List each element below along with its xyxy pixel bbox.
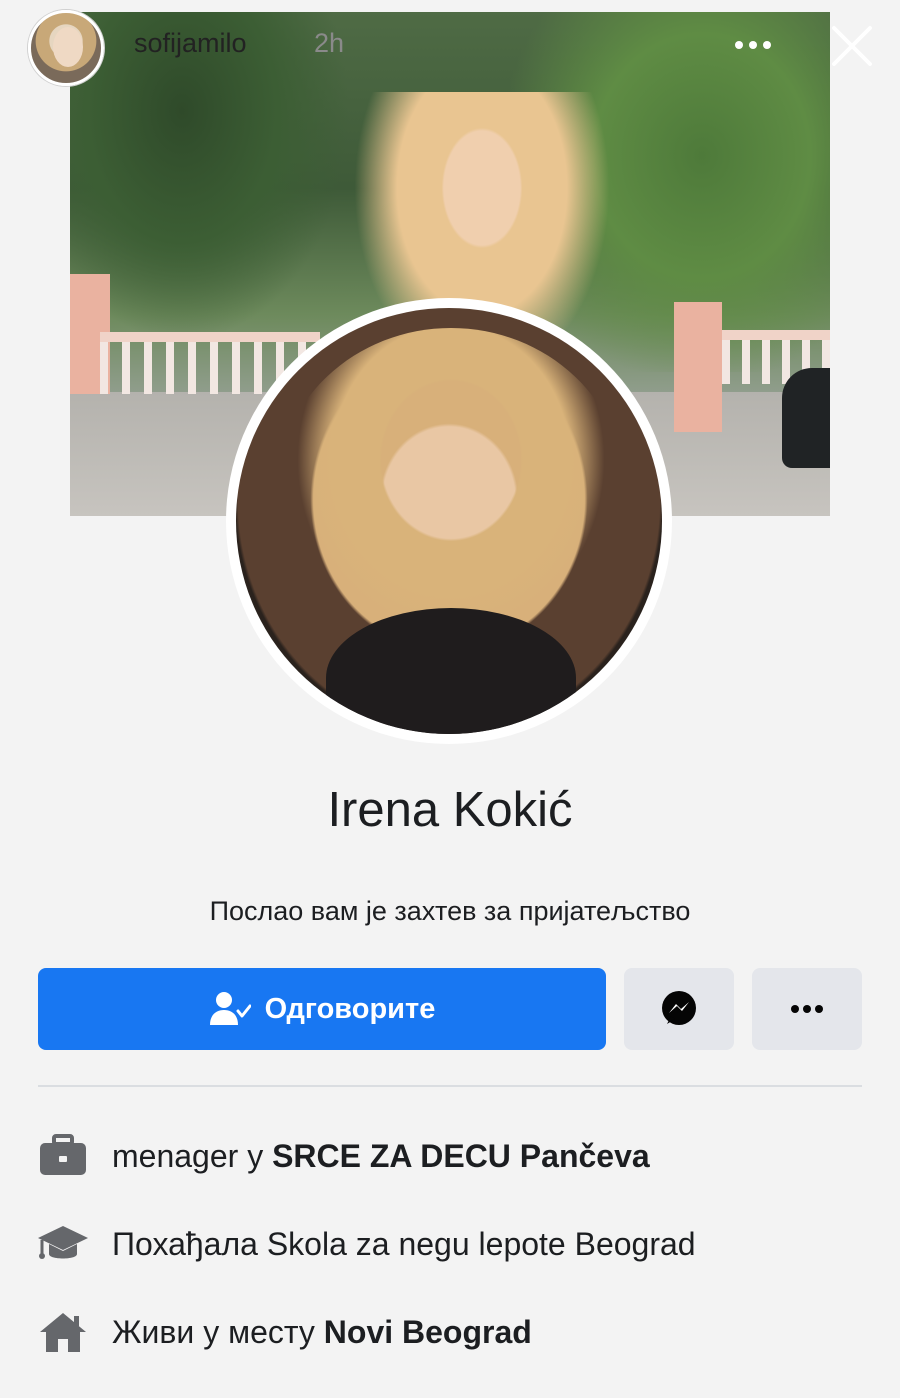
person-check-icon bbox=[209, 992, 251, 1025]
messenger-button[interactable] bbox=[624, 968, 734, 1050]
work-info: menager у SRCE ZA DECU Pančeva bbox=[34, 1126, 650, 1186]
story-avatar[interactable] bbox=[28, 10, 104, 86]
home-prefix: Живи у месту bbox=[112, 1313, 324, 1350]
work-place[interactable]: SRCE ZA DECU Pančeva bbox=[272, 1138, 650, 1174]
more-horizontal-icon bbox=[791, 1005, 823, 1013]
messenger-icon bbox=[662, 991, 696, 1025]
home-info: Живи у месту Novi Beograd bbox=[34, 1302, 532, 1362]
profile-name: Irena Kokić bbox=[327, 783, 573, 837]
more-horizontal-icon[interactable] bbox=[733, 38, 773, 52]
education-info: Похађала Skola za negu lepote Beograd bbox=[34, 1214, 696, 1274]
briefcase-icon bbox=[40, 1134, 86, 1175]
story-header: sofijamilo 2h bbox=[0, 0, 900, 90]
respond-button-label: Одговорите bbox=[264, 992, 436, 1025]
story-timestamp: 2h bbox=[314, 28, 345, 58]
story-page: sofijamilo 2h Irena Kokić Послао вам је … bbox=[0, 0, 900, 1398]
house-icon bbox=[40, 1313, 86, 1352]
profile-picture[interactable] bbox=[226, 298, 672, 744]
story-username[interactable]: sofijamilo bbox=[134, 28, 247, 59]
close-icon[interactable] bbox=[828, 22, 876, 70]
graduation-cap-icon bbox=[38, 1226, 88, 1259]
more-button[interactable] bbox=[752, 968, 862, 1050]
respond-button[interactable]: Одговорите bbox=[38, 968, 606, 1050]
education-text: Похађала Skola za negu lepote Beograd bbox=[112, 1225, 696, 1262]
divider bbox=[38, 1085, 862, 1087]
home-place[interactable]: Novi Beograd bbox=[324, 1314, 532, 1350]
work-prefix: menager у bbox=[112, 1137, 273, 1174]
friend-request-text: Послао вам је захтев за пријатељство bbox=[209, 896, 691, 926]
